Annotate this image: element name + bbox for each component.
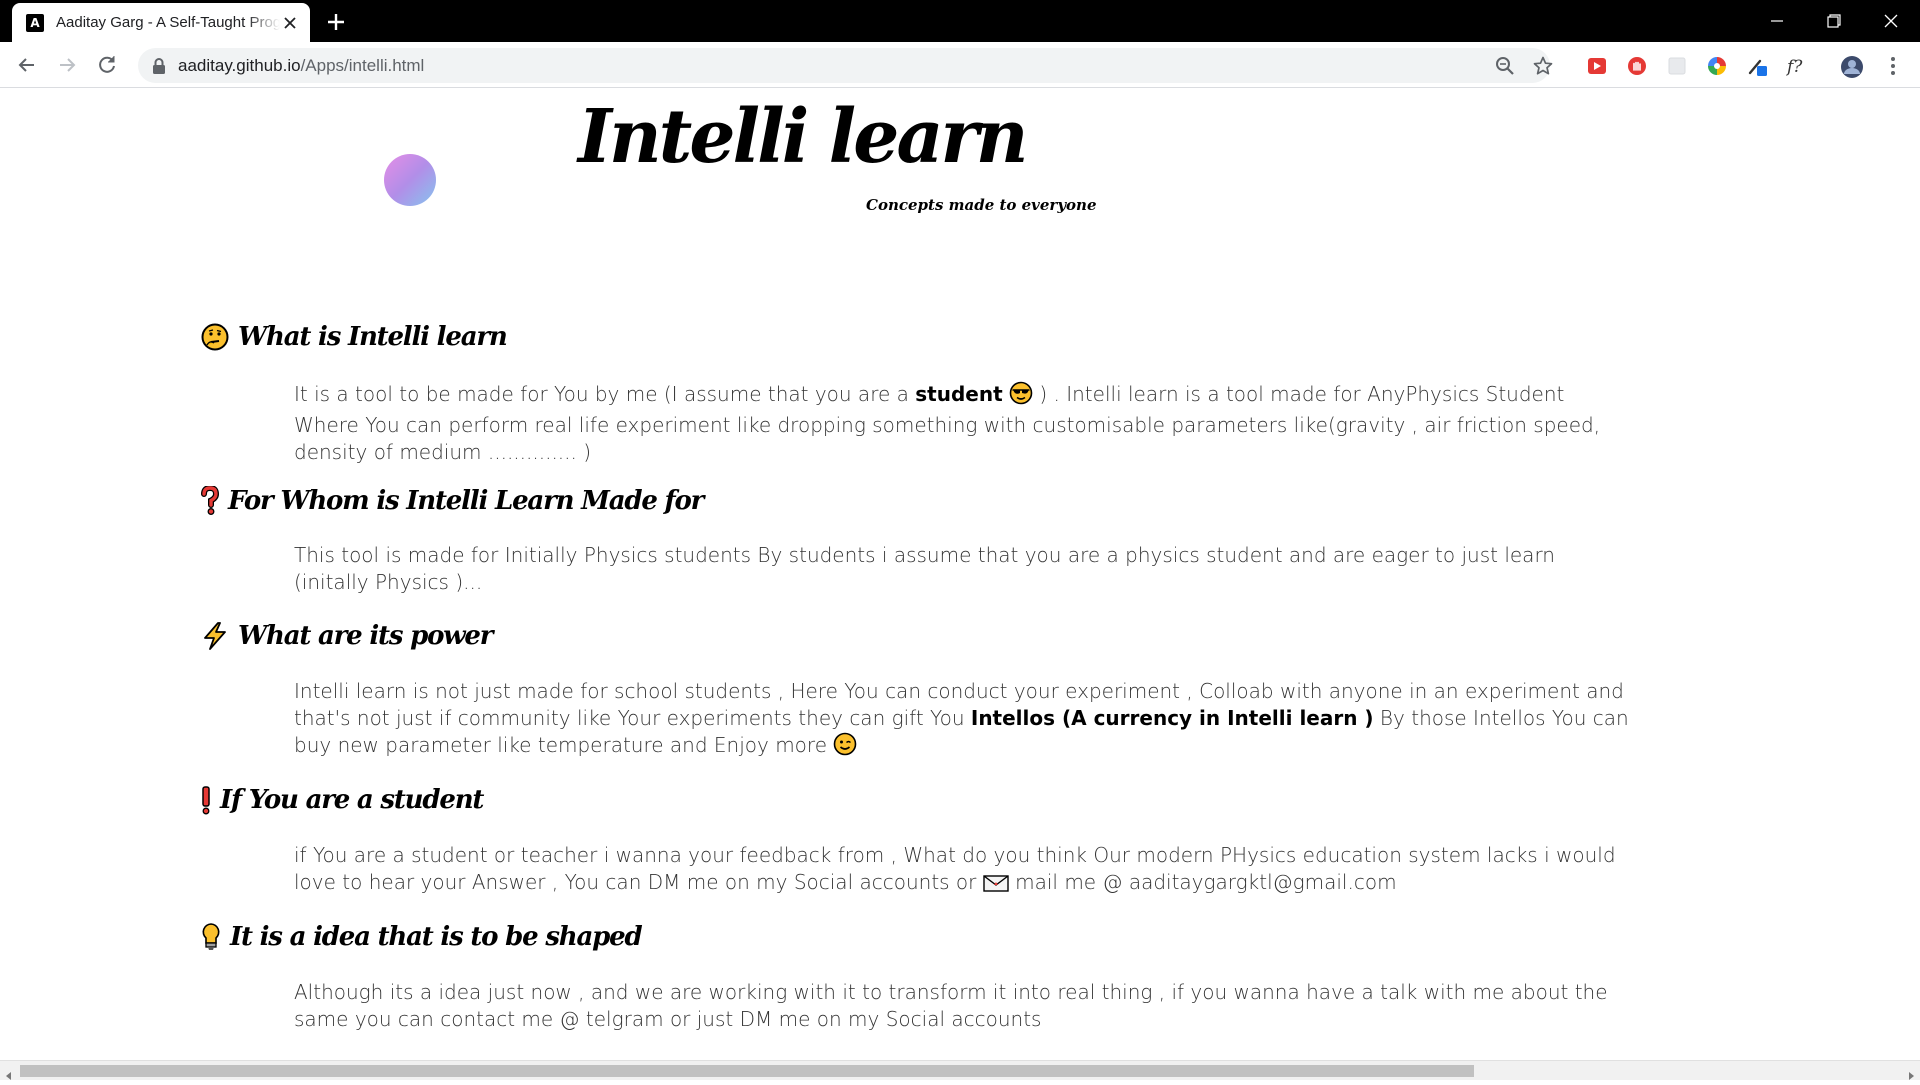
address-bar[interactable]: aaditay.github.io/Apps/intelli.html — [138, 48, 1553, 83]
section-heading: If You are a student — [200, 785, 484, 815]
site-favicon-icon: A — [26, 13, 44, 32]
back-arrow-icon[interactable] — [15, 53, 39, 77]
tab-title: Aaditay Garg - A Self-Taught Programmer — [56, 14, 280, 31]
color-picker-extension-icon[interactable] — [1706, 55, 1728, 77]
minimize-button[interactable] — [1764, 8, 1790, 34]
restore-button[interactable] — [1821, 8, 1847, 34]
section-heading: For Whom is Intelli Learn Made for — [200, 486, 704, 516]
section-paragraph: if You are a student or teacher i wanna … — [294, 842, 1630, 900]
tab-strip: A Aaditay Garg - A Self-Taught Programme… — [0, 0, 1920, 42]
question-mark-icon — [200, 486, 220, 516]
page-content: Intelli learn Concepts made to everyone … — [0, 88, 1920, 1060]
browser-toolbar: aaditay.github.io/Apps/intelli.html f? — [0, 42, 1920, 88]
section-heading-text: It is a idea that is to be shaped — [230, 922, 643, 952]
svg-text:f?: f? — [1786, 57, 1803, 77]
envelope-icon — [983, 873, 1009, 900]
eyedropper-extension-icon[interactable] — [1746, 55, 1768, 77]
section-heading-text: What is Intelli learn — [238, 322, 508, 352]
browser-tab[interactable]: A Aaditay Garg - A Self-Taught Programme… — [12, 3, 310, 42]
section-paragraph: Although its a idea just now , and we ar… — [294, 980, 1608, 1031]
url-host: aaditay.github.io — [178, 56, 301, 75]
blank-extension-icon[interactable] — [1666, 55, 1688, 77]
menu-kebab-icon[interactable] — [1882, 55, 1904, 77]
formula-extension-icon[interactable]: f? — [1785, 55, 1808, 77]
site-title: Intelli learn — [578, 94, 1029, 180]
gradient-orb-decoration — [384, 154, 436, 206]
forward-arrow-icon[interactable] — [55, 53, 79, 77]
section-heading-text: What are its power — [238, 621, 493, 651]
section-heading: It is a idea that is to be shaped — [200, 922, 643, 952]
light-bulb-icon — [200, 922, 222, 952]
close-window-button[interactable] — [1878, 8, 1904, 34]
section-heading: What is Intelli learn — [200, 322, 508, 352]
bookmark-star-icon[interactable] — [1532, 55, 1554, 77]
url-text: aaditay.github.io/Apps/intelli.html — [178, 56, 424, 76]
cool-face-icon — [1009, 381, 1033, 412]
reload-icon[interactable] — [95, 53, 119, 77]
profile-avatar[interactable] — [1840, 55, 1863, 78]
scroll-right-arrow-icon[interactable] — [1906, 1066, 1916, 1080]
scrollbar-thumb[interactable] — [20, 1065, 1474, 1077]
section-heading: What are its power — [200, 621, 493, 651]
close-tab-icon[interactable] — [280, 13, 300, 33]
site-subtitle: Concepts made to everyone — [866, 196, 1097, 214]
zoom-icon[interactable] — [1494, 55, 1516, 77]
new-tab-button[interactable] — [324, 10, 348, 34]
thinking-face-icon — [200, 322, 230, 352]
lock-icon[interactable] — [151, 57, 167, 75]
lightning-icon — [200, 621, 230, 651]
paragraph-text: if You are a student or teacher i wanna … — [294, 843, 1616, 894]
section-heading-text: For Whom is Intelli Learn Made for — [228, 486, 704, 516]
section-paragraph: Intelli learn is not just made for schoo… — [294, 678, 1630, 763]
bold-text: Intellos (A currency in Intelli learn ) — [970, 706, 1374, 730]
bold-text: student — [915, 382, 1003, 406]
paragraph-text: It is a tool to be made for You by me (I… — [294, 382, 916, 406]
section-heading-text: If You are a student — [220, 785, 484, 815]
url-path: /Apps/intelli.html — [300, 56, 425, 75]
section-paragraph: This tool is made for Initially Physics … — [294, 543, 1555, 594]
winking-face-icon — [833, 732, 857, 763]
exclamation-mark-icon — [200, 785, 212, 815]
scroll-left-arrow-icon[interactable] — [4, 1066, 14, 1080]
section-paragraph: It is a tool to be made for You by me (I… — [294, 381, 1630, 466]
video-extension-icon[interactable] — [1586, 55, 1608, 77]
paragraph-text: mail me @ aaditaygargktl@gmail.com — [1008, 870, 1397, 894]
horizontal-scrollbar[interactable] — [0, 1060, 1920, 1080]
adblock-extension-icon[interactable] — [1626, 55, 1648, 77]
